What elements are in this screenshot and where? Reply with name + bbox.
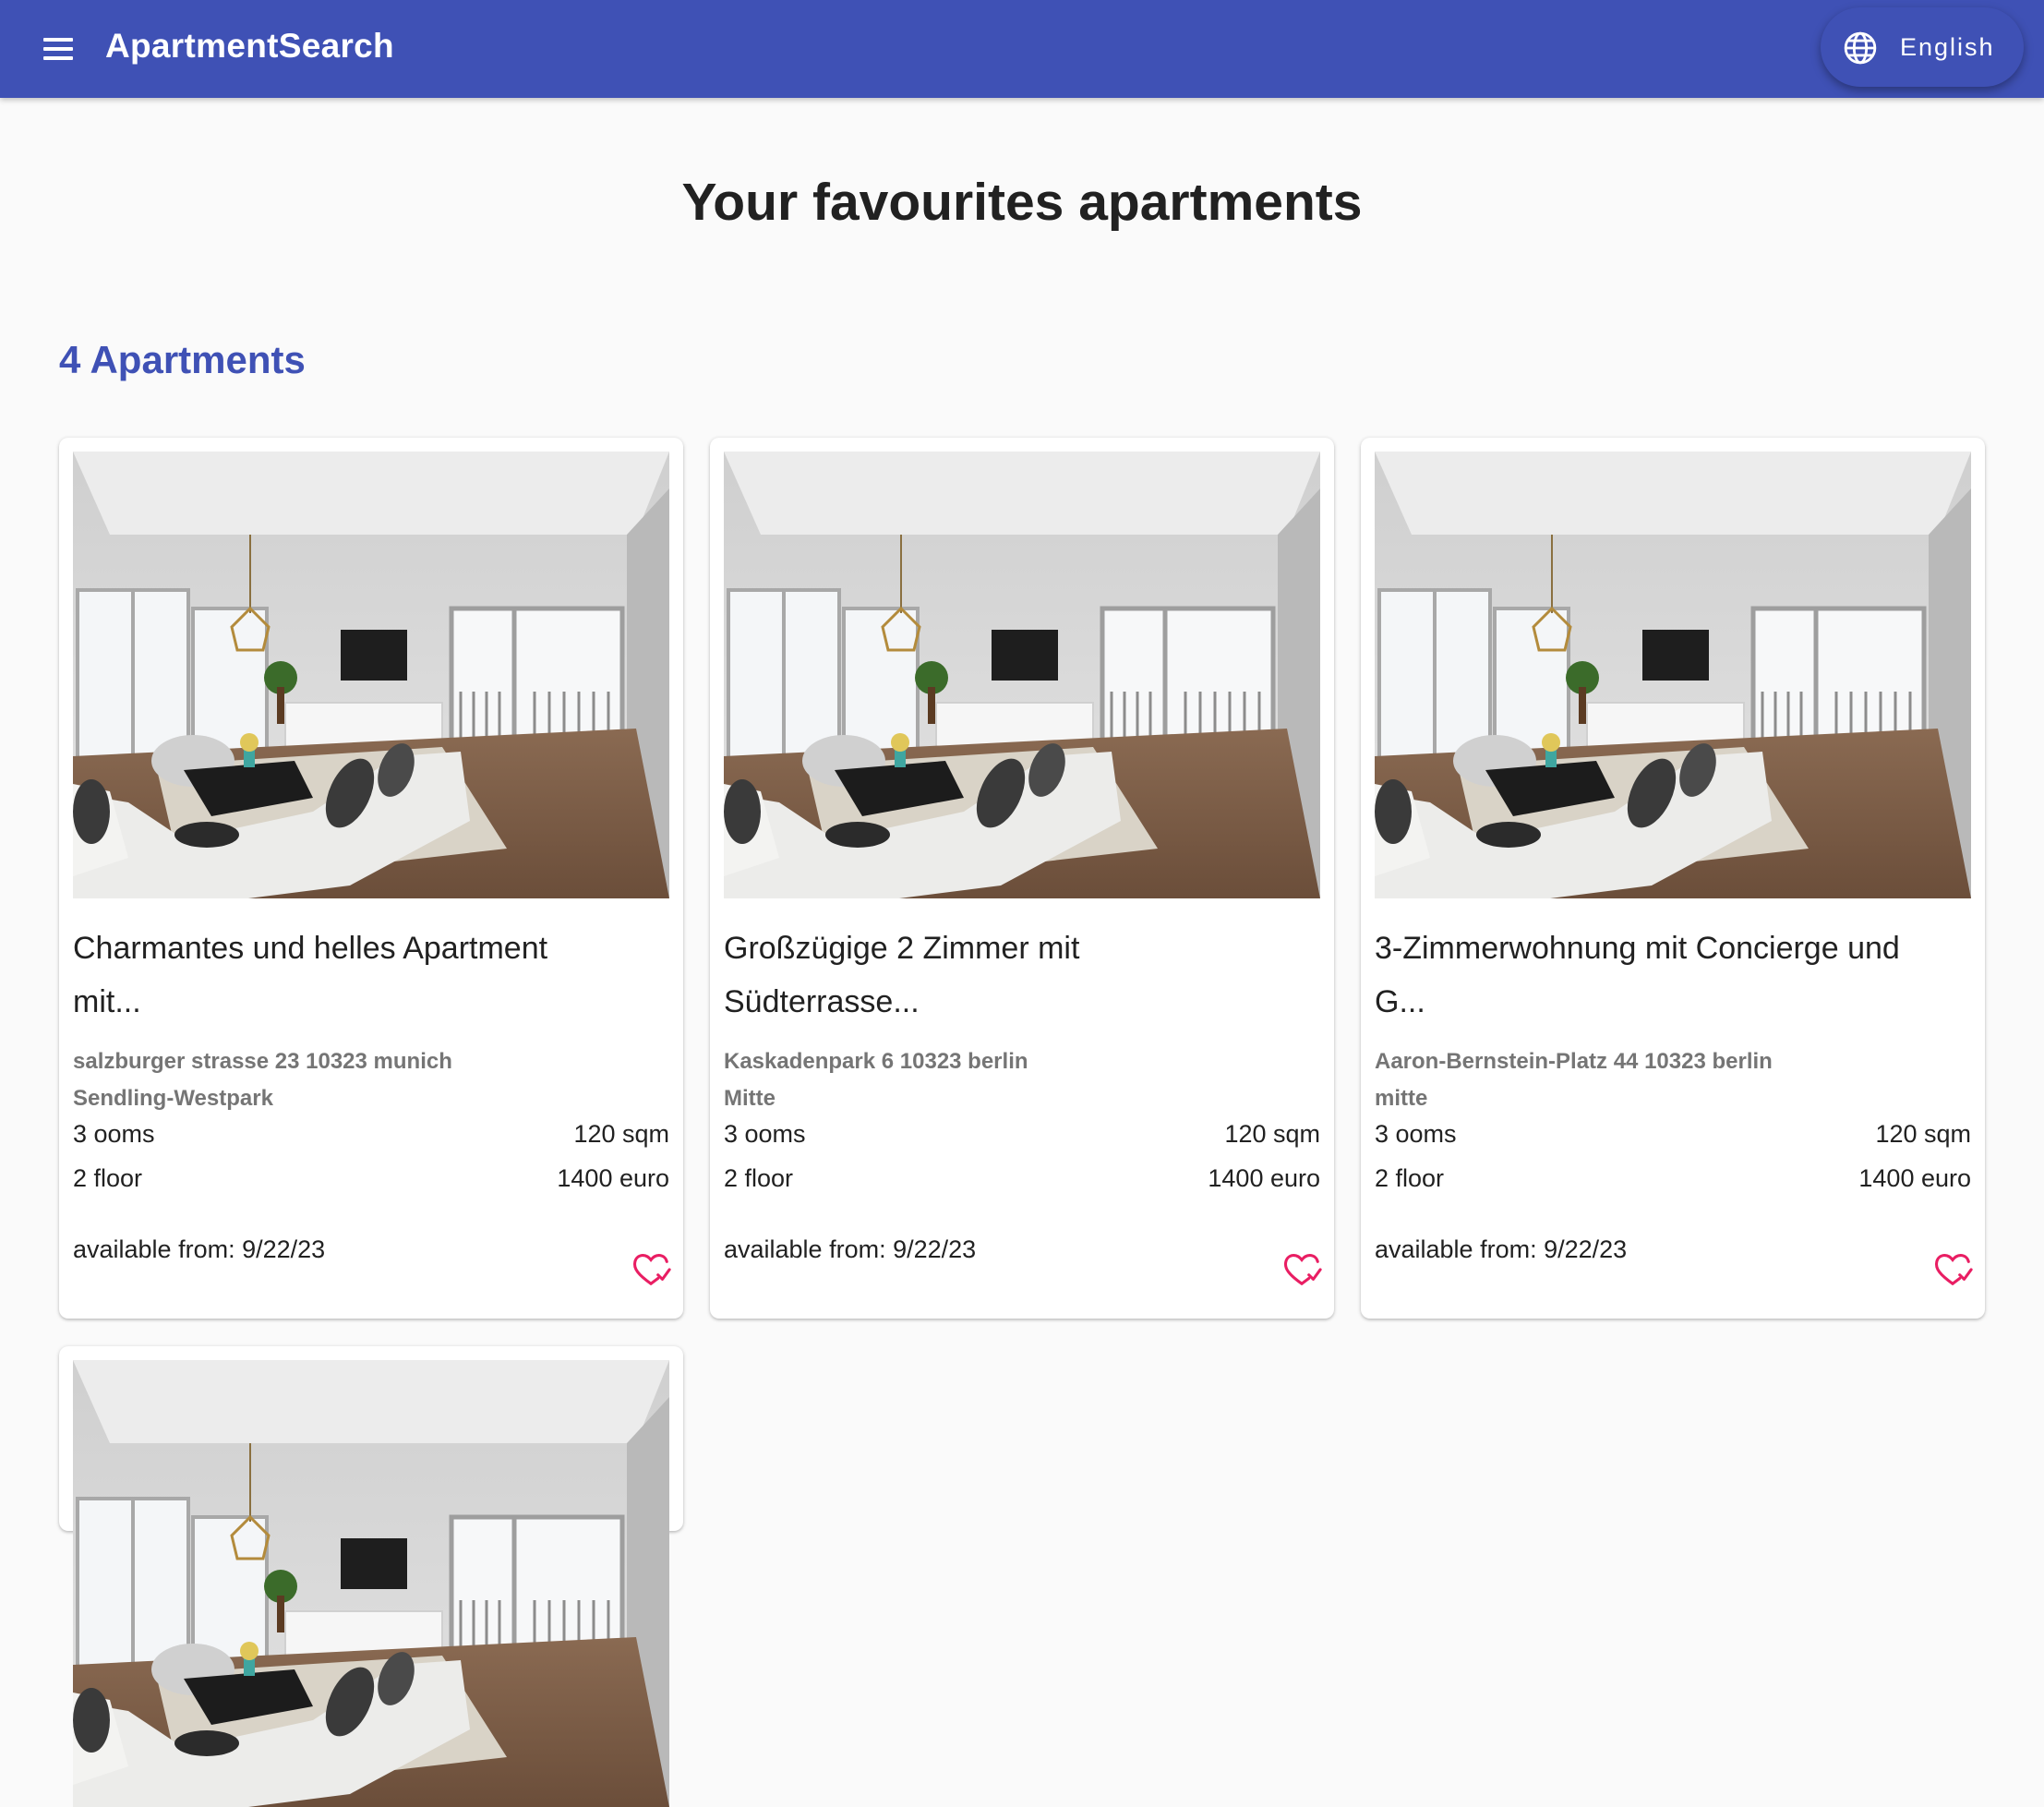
apartment-address: Aaron-Bernstein-Platz 44 10323 berlin mi…	[1375, 1049, 1773, 1111]
rooms-value: 3 ooms	[73, 1120, 155, 1148]
globe-icon	[1844, 31, 1877, 65]
favorite-heart-check-icon[interactable]	[631, 1250, 672, 1287]
floor-value: 2 floor	[1375, 1164, 1445, 1192]
apartment-card[interactable]: 3-Zimmerwohnung mit Concierge und G... A…	[1361, 438, 1985, 1319]
favorite-heart-check-icon[interactable]	[1933, 1250, 1974, 1287]
apartment-card[interactable]	[59, 1346, 683, 1807]
favorite-heart-check-icon[interactable]	[1282, 1250, 1323, 1287]
size-value: 120 sqm	[573, 1120, 669, 1148]
apartment-title: Großzügige 2 Zimmer mit Südterrasse...	[724, 931, 1080, 1019]
rooms-value: 3 ooms	[1375, 1120, 1457, 1148]
hamburger-menu-icon	[43, 38, 73, 42]
apartment-photo	[724, 452, 1320, 898]
floor-value: 2 floor	[73, 1164, 143, 1192]
rooms-value: 3 ooms	[724, 1120, 806, 1148]
apartment-title: 3-Zimmerwohnung mit Concierge und G...	[1375, 931, 1900, 1019]
apartment-card[interactable]: Charmantes und helles Apartment mit... s…	[59, 438, 683, 1319]
price-value: 1400 euro	[1858, 1164, 1971, 1192]
menu-button[interactable]	[35, 26, 81, 72]
language-button[interactable]: English	[1821, 7, 2024, 87]
size-value: 120 sqm	[1875, 1120, 1971, 1148]
app-title: ApartmentSearch	[105, 27, 394, 65]
price-value: 1400 euro	[557, 1164, 669, 1192]
apartment-photo	[1375, 452, 1971, 898]
apartment-photo	[73, 452, 669, 898]
apartment-card[interactable]: Großzügige 2 Zimmer mit Südterrasse... K…	[710, 438, 1334, 1319]
available-from: available from: 9/22/23	[724, 1235, 977, 1263]
app-bar: ApartmentSearch English	[0, 0, 2044, 98]
size-value: 120 sqm	[1224, 1120, 1320, 1148]
page-title: Your favourites apartments	[681, 173, 1363, 232]
price-value: 1400 euro	[1208, 1164, 1320, 1192]
apartment-address: salzburger strasse 23 10323 munich Sendl…	[73, 1049, 452, 1111]
language-label: English	[1900, 33, 1995, 61]
apartment-title: Charmantes und helles Apartment mit...	[73, 931, 548, 1019]
apartment-count: 4 Apartments	[59, 338, 306, 381]
apartment-address: Kaskadenpark 6 10323 berlin Mitte	[724, 1049, 1028, 1111]
floor-value: 2 floor	[724, 1164, 794, 1192]
available-from: available from: 9/22/23	[1375, 1235, 1628, 1263]
apartment-photo	[73, 1360, 669, 1807]
available-from: available from: 9/22/23	[73, 1235, 326, 1263]
